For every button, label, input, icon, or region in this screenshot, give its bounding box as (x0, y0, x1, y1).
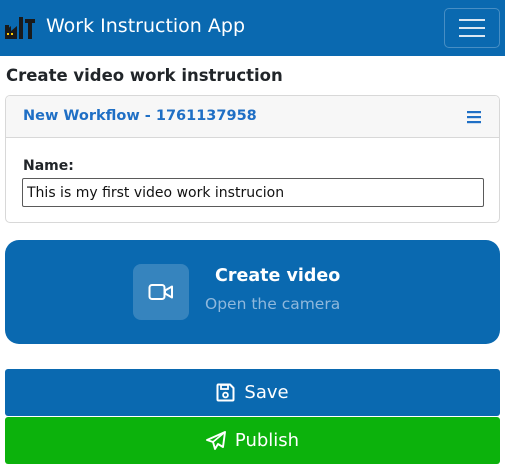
page-title: Create video work instruction (6, 66, 283, 85)
publish-label: Publish (234, 430, 300, 451)
publish-button[interactable]: Publish (5, 417, 500, 464)
create-video-button[interactable]: Create video Open the camera (5, 240, 500, 344)
app-title: Work Instruction App (46, 15, 245, 37)
name-input[interactable] (22, 178, 484, 207)
navbar-menu-button[interactable] (444, 8, 500, 48)
camera-tile (133, 264, 189, 320)
top-navbar: Work Instruction App (0, 0, 505, 56)
name-label: Name: (23, 158, 74, 174)
list-menu-icon[interactable] (466, 110, 482, 124)
hamburger-menu-icon (459, 19, 485, 37)
workflow-card-header: New Workflow - 1761137958 (6, 96, 499, 138)
workflow-title: New Workflow - 1761137958 (23, 108, 257, 124)
factory-logo-icon (5, 17, 35, 39)
create-video-subtitle: Open the camera (205, 295, 341, 313)
save-button[interactable]: Save (5, 369, 500, 416)
save-label: Save (244, 382, 289, 403)
create-video-title: Create video (215, 266, 341, 286)
video-camera-icon (148, 284, 173, 300)
floppy-disk-icon (216, 383, 235, 402)
workflow-card: New Workflow - 1761137958 Name: (5, 95, 500, 223)
paper-plane-icon (205, 431, 226, 450)
